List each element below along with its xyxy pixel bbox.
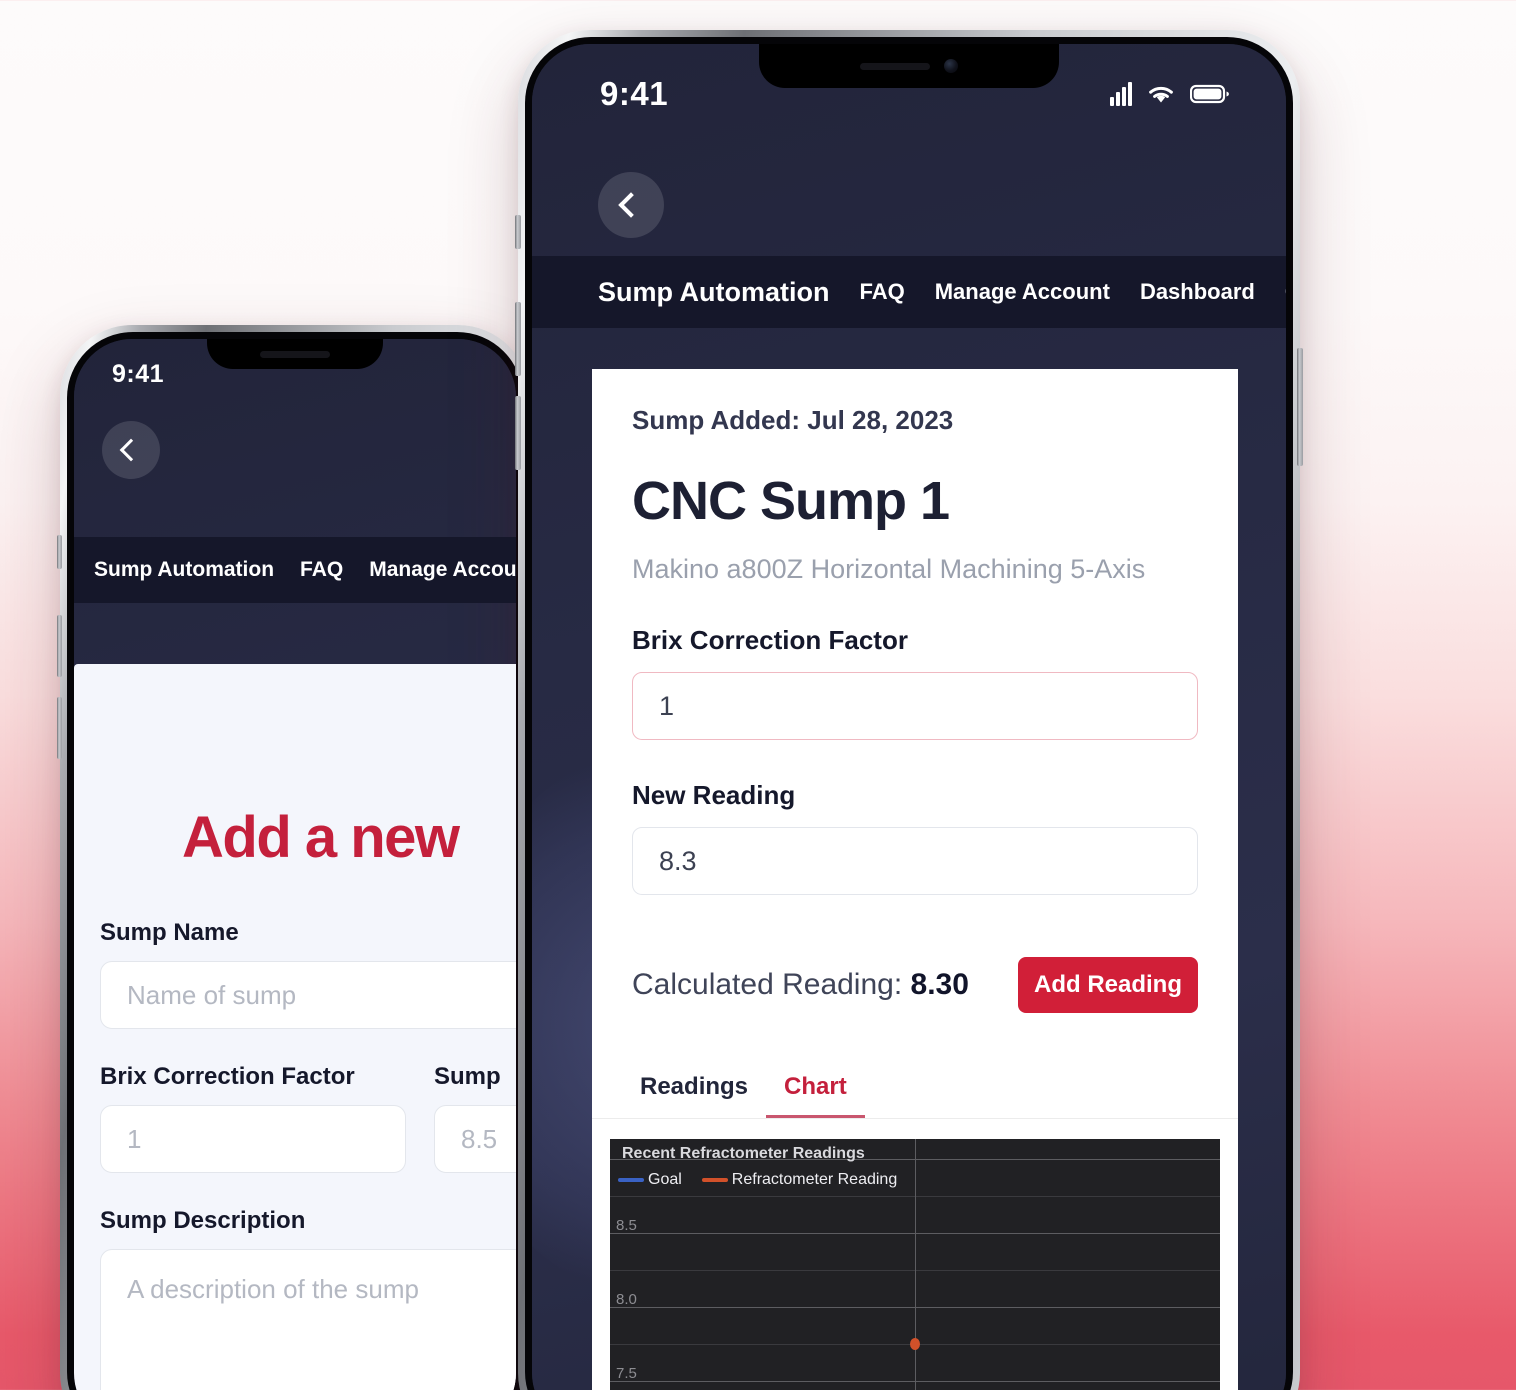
- app-viewport-right: 9:41 Sump Automation FAQ Manage Account …: [532, 44, 1286, 1390]
- notch-left: [207, 339, 383, 369]
- status-icons-right: [1110, 82, 1230, 106]
- phone-mockup-right: 9:41 Sump Automation FAQ Manage Account …: [515, 30, 1303, 1390]
- page-title: CNC Sump 1: [632, 471, 950, 531]
- brix-correction-factor-input[interactable]: 1: [100, 1105, 406, 1173]
- chart-data-point[interactable]: [910, 1338, 920, 1350]
- silent-switch-right-phone[interactable]: [515, 215, 521, 249]
- chart-title: Recent Refractometer Readings: [622, 1145, 865, 1162]
- legend-swatch-refractometer-reading: [701, 1178, 728, 1182]
- nav-link-faq[interactable]: FAQ: [300, 558, 343, 582]
- phone-screen-right: 9:41 Sump Automation FAQ Manage Account …: [532, 44, 1286, 1390]
- sump-name-placeholder: Name of sump: [127, 979, 297, 1010]
- brix-correction-factor-value: 1: [659, 690, 675, 721]
- page-title: Add a new: [182, 805, 460, 870]
- readings-chart-tabs: Readings Chart: [592, 1059, 1238, 1119]
- sump-detail-card: Sump Added: Jul 28, 2023 CNC Sump 1 Maki…: [592, 369, 1238, 1390]
- chevron-left-icon: [618, 192, 644, 218]
- sump-goal-input[interactable]: 8.5: [434, 1105, 516, 1173]
- sump-description-label: Sump Description: [100, 1207, 306, 1234]
- refractometer-chart[interactable]: Recent Refractometer Readings Goal Refra…: [610, 1139, 1220, 1390]
- navbar-right: Sump Automation FAQ Manage Account Dashb…: [532, 256, 1286, 328]
- add-sump-card: Add a new Sump Name Name of sump Brix Co…: [74, 664, 516, 1390]
- sump-added-meta: Sump Added: Jul 28, 2023: [632, 405, 954, 435]
- nav-link-configure[interactable]: Configure: [1285, 279, 1286, 305]
- front-camera-icon: [944, 59, 958, 73]
- brix-correction-factor-input[interactable]: 1: [632, 672, 1198, 740]
- calculated-reading-value: 8.30: [910, 968, 969, 1001]
- back-button[interactable]: [102, 421, 160, 479]
- legend-item-refractometer-reading: Refractometer Reading: [701, 1171, 898, 1189]
- brix-correction-factor-placeholder: 1: [127, 1123, 142, 1154]
- new-reading-value: 8.3: [659, 845, 697, 876]
- status-time: 9:41: [600, 75, 669, 112]
- sump-description-textarea[interactable]: A description of the sump: [100, 1249, 516, 1390]
- speaker-grille-icon: [260, 350, 330, 358]
- volume-down-button-left-phone[interactable]: [57, 697, 62, 759]
- brand-title[interactable]: Sump Automation: [598, 277, 829, 308]
- add-reading-button[interactable]: Add Reading: [1018, 957, 1198, 1013]
- phone-screen-left: 9:41 Sump Automation FAQ Manage Account …: [74, 339, 516, 1390]
- silent-switch-left-phone[interactable]: [57, 535, 62, 569]
- calculated-reading-label: Calculated Reading:: [632, 968, 911, 1001]
- page-subtitle: Makino a800Z Horizontal Machining 5-Axis: [632, 554, 1146, 584]
- new-reading-input[interactable]: 8.3: [632, 827, 1198, 895]
- sump-name-input[interactable]: Name of sump: [100, 961, 516, 1029]
- legend-swatch-goal: [618, 1178, 644, 1182]
- nav-link-manage-account[interactable]: Manage Account: [935, 279, 1110, 305]
- legend-label-refractometer-reading: Refractometer Reading: [731, 1171, 898, 1188]
- back-button[interactable]: [598, 172, 664, 238]
- battery-icon: [1190, 84, 1229, 104]
- brix-correction-factor-label: Brix Correction Factor: [632, 625, 908, 655]
- tab-readings[interactable]: Readings: [622, 1059, 766, 1118]
- tab-chart[interactable]: Chart: [766, 1059, 865, 1118]
- nav-link-manage-account[interactable]: Manage Account: [369, 558, 516, 582]
- volume-up-button-left-phone[interactable]: [57, 615, 62, 677]
- y-axis-tick-8-5: 8.5: [616, 1217, 637, 1234]
- nav-link-faq[interactable]: FAQ: [859, 279, 904, 305]
- brand-title[interactable]: Sump Automation: [94, 558, 274, 582]
- legend-label-goal: Goal: [648, 1171, 682, 1188]
- power-button-right-phone[interactable]: [1297, 348, 1303, 466]
- y-axis-tick-8-0: 8.0: [616, 1291, 637, 1308]
- volume-down-button-right-phone[interactable]: [515, 396, 521, 470]
- notch-right: [759, 44, 1059, 88]
- new-reading-label: New Reading: [632, 780, 796, 810]
- chevron-left-icon: [119, 438, 143, 462]
- y-axis-tick-7-5: 7.5: [616, 1365, 637, 1382]
- calculated-reading: Calculated Reading: 8.30: [632, 968, 969, 1002]
- sump-goal-label: Sump: [434, 1063, 501, 1090]
- app-viewport-left: 9:41 Sump Automation FAQ Manage Account …: [74, 339, 516, 1390]
- sump-name-label: Sump Name: [100, 919, 239, 946]
- speaker-grille-icon: [860, 62, 930, 70]
- status-time: 9:41: [112, 359, 165, 388]
- wifi-icon: [1149, 86, 1173, 103]
- phone-mockup-left: 9:41 Sump Automation FAQ Manage Account …: [57, 325, 530, 1390]
- cellular-bars-icon: [1110, 82, 1132, 106]
- nav-link-dashboard[interactable]: Dashboard: [1140, 279, 1255, 305]
- sump-description-placeholder: A description of the sump: [127, 1274, 419, 1304]
- legend-item-goal: Goal: [618, 1171, 682, 1189]
- chart-legend: Goal Refractometer Reading: [618, 1171, 897, 1189]
- navbar-left: Sump Automation FAQ Manage Account Dashb…: [74, 537, 516, 603]
- brix-correction-factor-label: Brix Correction Factor: [100, 1063, 355, 1090]
- sump-goal-placeholder: 8.5: [461, 1123, 498, 1154]
